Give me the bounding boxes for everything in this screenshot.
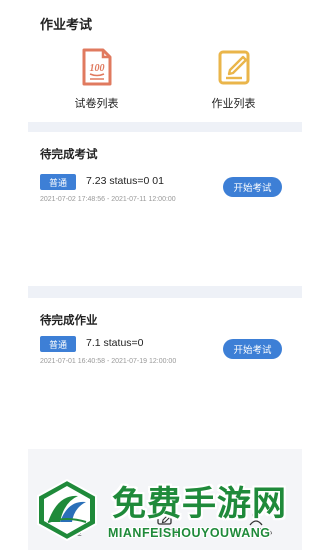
list-item: 普通 7.1 status=0 2021-07-01 16:40:58 - 20… (40, 336, 290, 376)
section-title: 待完成作业 (40, 315, 98, 327)
tab-profile[interactable]: 个人中心 (226, 510, 286, 538)
tab-label: 个人中心 (240, 528, 273, 537)
quick-link-homework[interactable]: 作业列表 (179, 40, 289, 122)
exam-time-range: 2021-07-02 17:48:56 - 2021-07-11 12:00:0… (40, 196, 176, 203)
quick-link-label: 作业列表 (211, 98, 256, 110)
svg-text:100: 100 (89, 63, 104, 74)
exam-name: 7.23 status=0 01 (86, 175, 164, 187)
exam-type-badge: 普通 (40, 174, 76, 190)
exam-time-range: 2021-07-01 16:40:58 - 2021-07-19 12:00:0… (40, 358, 177, 365)
section-divider (28, 122, 302, 132)
quick-link-exam-papers[interactable]: 100 试卷列表 (42, 40, 152, 122)
course-icon (66, 511, 82, 525)
exam-name: 7.1 status=0 (86, 337, 144, 349)
start-exam-button[interactable]: 开始考试 (223, 339, 282, 359)
list-item: 普通 7.23 status=0 01 2021-07-02 17:48:56 … (40, 174, 290, 214)
tab-homework-exam[interactable]: 作业考试 (135, 510, 195, 538)
quick-link-label: 试卷列表 (74, 98, 119, 110)
edit-note-icon (218, 50, 249, 85)
quick-links-card: 100 试卷列表 作业列表 (28, 40, 302, 122)
page-title: 作业考试 (40, 17, 93, 32)
profile-icon (249, 511, 263, 526)
tab-label: 课程 (65, 528, 82, 537)
section-divider (28, 286, 302, 298)
homework-exam-icon (157, 511, 173, 525)
exam-paper-icon: 100 (82, 48, 111, 86)
start-exam-button[interactable]: 开始考试 (223, 177, 282, 197)
tab-course[interactable]: 课程 (44, 510, 104, 538)
tab-label: 作业考试 (148, 528, 181, 537)
exam-type-badge: 普通 (40, 336, 76, 352)
bottom-tabbar: 课程 作业考试 个人中心 (28, 500, 302, 550)
section-title: 待完成考试 (40, 149, 98, 161)
pending-exams-section: 待完成考试 普通 7.23 status=0 01 2021-07-02 17:… (28, 132, 302, 286)
pending-homework-section: 待完成作业 普通 7.1 status=0 2021-07-01 16:40:5… (28, 298, 302, 448)
